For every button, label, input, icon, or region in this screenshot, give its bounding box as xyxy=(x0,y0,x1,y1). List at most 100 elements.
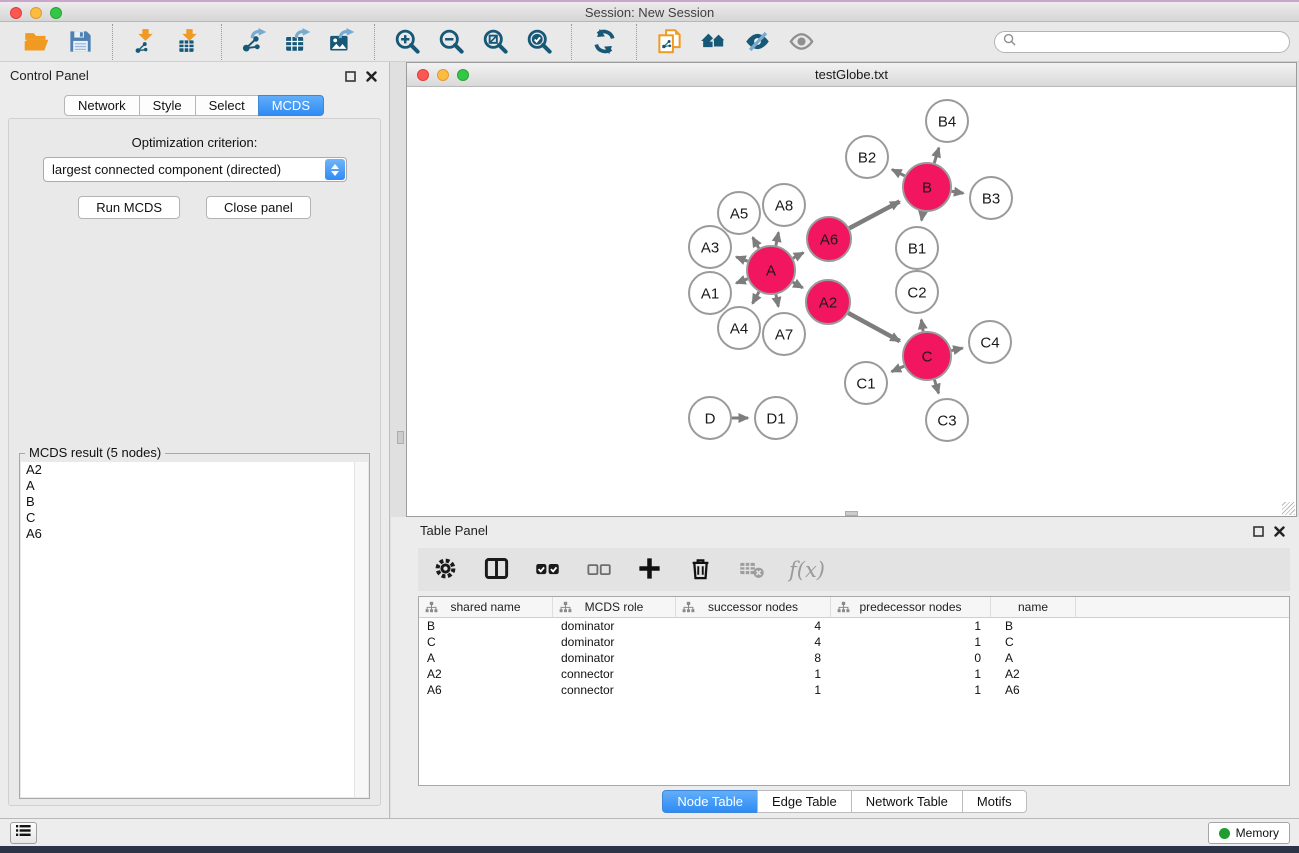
graph-node-B[interactable]: B xyxy=(903,163,951,211)
export-image-button[interactable] xyxy=(323,25,361,59)
run-mcds-button[interactable]: Run MCDS xyxy=(78,196,180,219)
refresh-network-button[interactable] xyxy=(585,25,623,59)
zoom-fit-button[interactable] xyxy=(476,25,514,59)
scroll-thumb-horizontal[interactable] xyxy=(845,511,858,516)
float-panel-icon[interactable] xyxy=(345,69,356,87)
graph-edge-C-C1[interactable] xyxy=(892,366,905,372)
import-network-button[interactable] xyxy=(126,25,164,59)
export-network-button[interactable] xyxy=(235,25,273,59)
tab-edge-table[interactable]: Edge Table xyxy=(757,790,852,813)
graph-node-A[interactable]: A xyxy=(747,246,795,294)
graph-node-C[interactable]: C xyxy=(903,332,951,380)
zoom-selected-button[interactable] xyxy=(520,25,558,59)
close-panel-button[interactable]: Close panel xyxy=(206,196,311,219)
graph-edge-C-C2[interactable] xyxy=(921,320,923,332)
graph-node-B4[interactable]: B4 xyxy=(926,100,968,142)
split-panel-button[interactable] xyxy=(483,553,510,587)
graph-node-C1[interactable]: C1 xyxy=(845,362,887,404)
column-header-MCDS-role[interactable]: MCDS role xyxy=(553,597,676,617)
graph-node-D[interactable]: D xyxy=(689,397,731,439)
graph-node-C2[interactable]: C2 xyxy=(896,271,938,313)
graph-node-B2[interactable]: B2 xyxy=(846,136,888,178)
graph-edge-C-C3[interactable] xyxy=(934,380,938,393)
graph-node-C4[interactable]: C4 xyxy=(969,321,1011,363)
graph-edge-A-A1[interactable] xyxy=(736,279,747,283)
tab-mcds[interactable]: MCDS xyxy=(258,95,324,116)
graph-node-A1[interactable]: A1 xyxy=(689,272,731,314)
zoom-out-button[interactable] xyxy=(432,25,470,59)
delete-column-button[interactable] xyxy=(687,553,714,587)
graph-node-A3[interactable]: A3 xyxy=(689,226,731,268)
save-session-button[interactable] xyxy=(61,25,99,59)
graph-node-A2[interactable]: A2 xyxy=(806,280,850,324)
graph-node-B1[interactable]: B1 xyxy=(896,227,938,269)
show-graphics-details-button[interactable] xyxy=(782,25,820,59)
graph-edge-A-A6[interactable] xyxy=(793,253,803,259)
graph-edge-A-A4[interactable] xyxy=(753,292,759,304)
result-item-A[interactable]: A xyxy=(21,478,368,494)
graph-edge-B-B3[interactable] xyxy=(952,191,964,193)
graph-edge-A-A8[interactable] xyxy=(776,232,779,245)
close-panel-icon[interactable] xyxy=(366,69,377,87)
tab-node-table[interactable]: Node Table xyxy=(662,790,758,813)
column-header-shared-name[interactable]: shared name xyxy=(419,597,553,617)
network-canvas[interactable]: B4 B2 B B3 A5A8A6 A3 A B1 A1 C2 A2 A4A7 C4 C C1 C3 D D1 xyxy=(407,87,1296,516)
result-item-A6[interactable]: A6 xyxy=(21,526,368,542)
add-column-button[interactable] xyxy=(636,553,663,587)
zoom-in-button[interactable] xyxy=(388,25,426,59)
open-file-button[interactable] xyxy=(17,25,55,59)
graph-edge-C-C4[interactable] xyxy=(951,348,962,351)
table-row-B[interactable]: Bdominator41B xyxy=(419,618,1289,634)
graph-edge-A-A7[interactable] xyxy=(776,294,778,306)
criterion-select[interactable]: largest connected component (directed) xyxy=(43,157,347,182)
close-table-panel-icon[interactable] xyxy=(1274,524,1285,542)
scroll-thumb-vertical[interactable] xyxy=(397,431,404,444)
tab-network-table[interactable]: Network Table xyxy=(851,790,963,813)
tab-style[interactable]: Style xyxy=(139,95,196,116)
graph-node-A4[interactable]: A4 xyxy=(718,307,760,349)
graph-node-A6[interactable]: A6 xyxy=(807,217,851,261)
home-view-button[interactable] xyxy=(694,25,732,59)
column-header-predecessor-nodes[interactable]: predecessor nodes xyxy=(831,597,991,617)
graph-edge-B-B2[interactable] xyxy=(892,170,905,176)
tab-network[interactable]: Network xyxy=(64,95,140,116)
graph-node-A8[interactable]: A8 xyxy=(763,184,805,226)
search-input[interactable] xyxy=(1021,34,1281,49)
result-item-B[interactable]: B xyxy=(21,494,368,510)
task-history-button[interactable] xyxy=(10,822,37,844)
deselect-all-columns-button[interactable] xyxy=(585,553,612,587)
graph-node-D1[interactable]: D1 xyxy=(755,397,797,439)
clone-network-button[interactable] xyxy=(650,25,688,59)
graph-edge-A-A5[interactable] xyxy=(753,237,759,248)
float-table-panel-icon[interactable] xyxy=(1253,524,1264,542)
graph-edge-A2-C[interactable] xyxy=(848,313,900,341)
column-header-successor-nodes[interactable]: successor nodes xyxy=(676,597,831,617)
window-resize-grip[interactable] xyxy=(1282,502,1295,515)
graph-edge-B-B1[interactable] xyxy=(922,212,923,221)
table-row-A6[interactable]: A6connector11A6 xyxy=(419,682,1289,698)
hide-graphics-details-button[interactable] xyxy=(738,25,776,59)
tab-select[interactable]: Select xyxy=(195,95,259,116)
result-scrollbar[interactable] xyxy=(354,462,368,797)
import-table-button[interactable] xyxy=(170,25,208,59)
memory-button[interactable]: Memory xyxy=(1208,822,1290,844)
graph-node-A7[interactable]: A7 xyxy=(763,313,805,355)
column-header-name[interactable]: name xyxy=(991,597,1076,617)
attribute-settings-button[interactable] xyxy=(432,553,459,587)
graph-edge-B-B4[interactable] xyxy=(934,148,939,163)
graph-node-A5[interactable]: A5 xyxy=(718,192,760,234)
table-row-C[interactable]: Cdominator41C xyxy=(419,634,1289,650)
graph-edge-A-A2[interactable] xyxy=(793,282,803,288)
graph-node-B3[interactable]: B3 xyxy=(970,177,1012,219)
graph-node-C3[interactable]: C3 xyxy=(926,399,968,441)
select-all-columns-button[interactable] xyxy=(534,553,561,587)
result-item-A2[interactable]: A2 xyxy=(21,462,368,478)
network-window-titlebar[interactable]: testGlobe.txt xyxy=(407,63,1296,87)
result-item-C[interactable]: C xyxy=(21,510,368,526)
table-row-A2[interactable]: A2connector11A2 xyxy=(419,666,1289,682)
graph-edge-A6-B[interactable] xyxy=(849,202,899,229)
export-table-button[interactable] xyxy=(279,25,317,59)
tab-motifs[interactable]: Motifs xyxy=(962,790,1027,813)
graph-edge-A-A3[interactable] xyxy=(736,257,747,261)
table-row-A[interactable]: Adominator80A xyxy=(419,650,1289,666)
